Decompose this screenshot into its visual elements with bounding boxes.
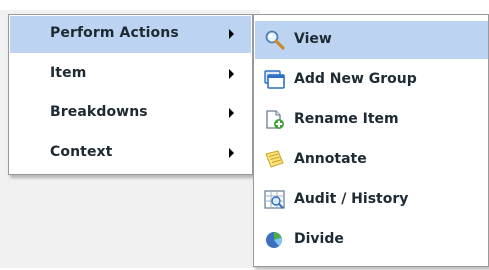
magnifier-icon xyxy=(264,30,286,50)
submenu-item-label: View xyxy=(294,31,332,47)
submenu-item-divide[interactable]: Divide xyxy=(255,221,488,259)
submenu-item-label: Divide xyxy=(294,231,344,247)
audit-history-icon xyxy=(264,190,286,210)
submenu-item-label: Rename Item xyxy=(294,111,399,127)
menu-item-label: Breakdowns xyxy=(50,104,148,120)
submenu-arrow-icon xyxy=(229,69,234,79)
menu-item-breakdowns[interactable]: Breakdowns xyxy=(10,95,251,132)
submenu-item-rename-item[interactable]: Rename Item xyxy=(255,101,488,139)
submenu-item-annotate[interactable]: Annotate xyxy=(255,141,488,179)
submenu-item-label: Annotate xyxy=(294,151,367,167)
menu-item-label: Context xyxy=(50,144,113,160)
submenu-arrow-icon xyxy=(229,29,234,39)
submenu-item-view[interactable]: View xyxy=(255,21,488,59)
menu-item-item[interactable]: Item xyxy=(10,56,251,93)
notepad-icon xyxy=(264,150,286,170)
submenu-item-label: Audit / History xyxy=(294,191,409,207)
add-group-icon xyxy=(264,70,286,90)
menu-item-label: Item xyxy=(50,65,87,81)
submenu-item-add-new-group[interactable]: Add New Group xyxy=(255,61,488,99)
menu-item-label: Perform Actions xyxy=(50,25,179,41)
submenu-item-audit-history[interactable]: Audit / History xyxy=(255,181,488,219)
submenu-item-label: Add New Group xyxy=(294,71,417,87)
menu-item-context[interactable]: Context xyxy=(10,135,251,172)
perform-actions-submenu: View Add New Group Rename Item Annotate … xyxy=(253,14,489,267)
pie-chart-icon xyxy=(264,230,286,250)
menu-item-perform-actions[interactable]: Perform Actions xyxy=(10,16,251,53)
submenu-arrow-icon xyxy=(229,108,234,118)
context-menu: Perform Actions Item Breakdowns Context xyxy=(8,14,253,175)
rename-document-icon xyxy=(264,110,286,130)
submenu-arrow-icon xyxy=(229,148,234,158)
